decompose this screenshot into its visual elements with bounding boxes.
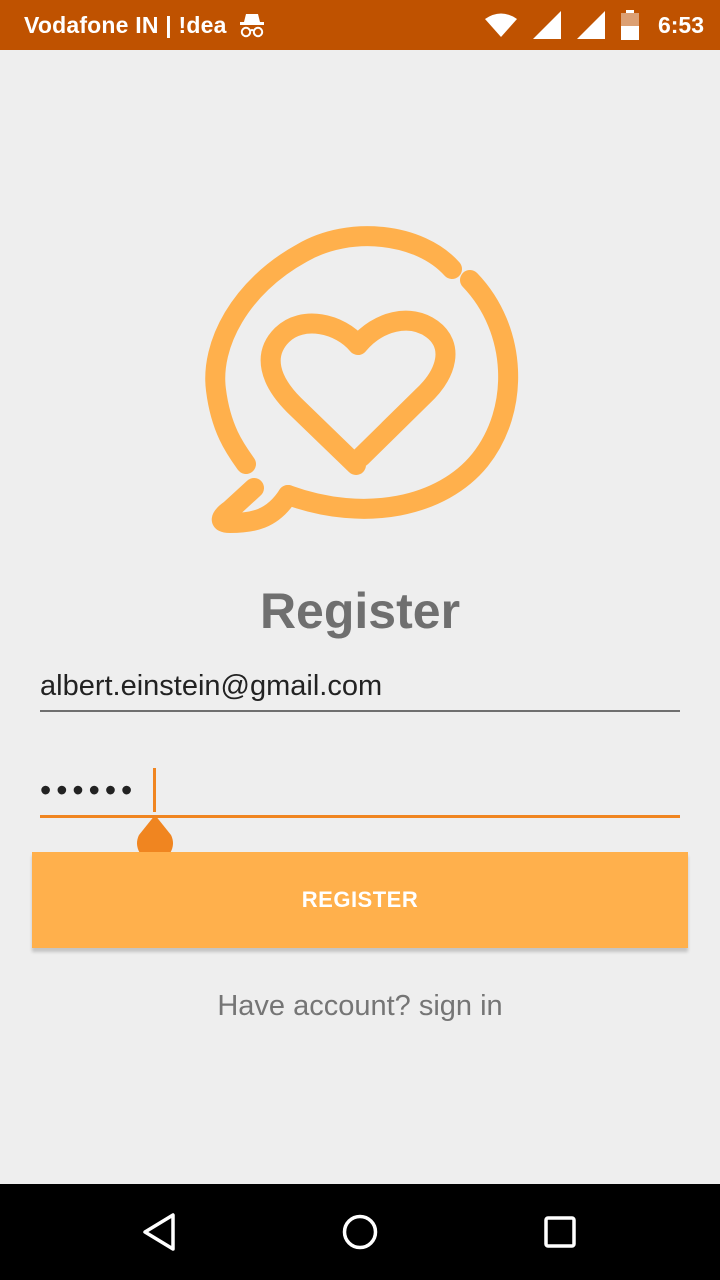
text-cursor xyxy=(153,768,156,812)
register-button[interactable]: REGISTER xyxy=(32,852,688,948)
signal-icon xyxy=(576,11,606,39)
status-right: 6:53 xyxy=(484,0,704,50)
register-button-label: REGISTER xyxy=(301,887,419,912)
status-bar: Vodafone IN | !dea 6:53 xyxy=(0,0,720,50)
recents-icon xyxy=(544,1216,576,1248)
status-left: Vodafone IN | !dea xyxy=(24,0,267,50)
heart-chat-bubble-icon xyxy=(205,226,519,533)
wifi-icon xyxy=(484,12,518,38)
home-button[interactable] xyxy=(330,1202,390,1262)
home-icon xyxy=(342,1214,378,1250)
signal-icon xyxy=(532,11,562,39)
page-title: Register xyxy=(259,583,461,639)
battery-icon xyxy=(620,10,640,40)
password-value: •••••• xyxy=(40,772,138,808)
app-logo xyxy=(190,205,530,545)
recents-button[interactable] xyxy=(530,1202,590,1262)
back-icon xyxy=(143,1213,175,1251)
clock: 6:53 xyxy=(657,11,704,38)
password-field[interactable]: •••••• xyxy=(40,762,680,862)
incognito-icon xyxy=(237,12,267,38)
email-value: albert.einstein@gmail.com xyxy=(40,670,383,702)
navigation-bar xyxy=(0,1184,720,1280)
carrier-name: Vodafone IN | !dea xyxy=(24,11,227,38)
back-button[interactable] xyxy=(130,1202,190,1262)
email-field[interactable]: albert.einstein@gmail.com xyxy=(40,662,680,712)
signin-link[interactable]: Have account? sign in xyxy=(0,990,720,1023)
